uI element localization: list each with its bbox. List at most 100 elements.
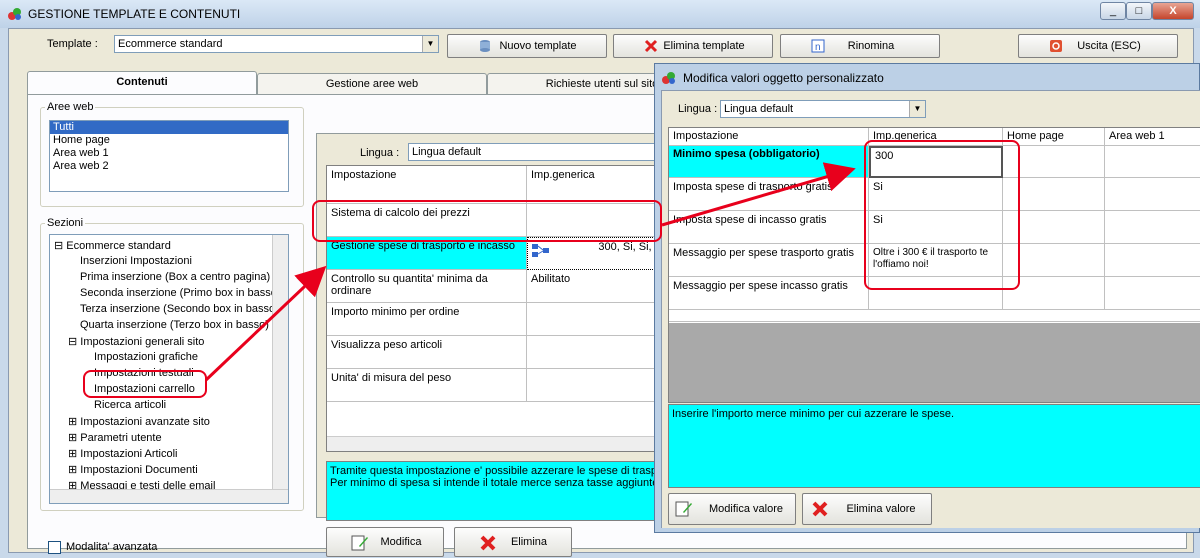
template-select[interactable]: Ecommerce standard ▼ [114,35,439,53]
dialog-lingua-label: Lingua : [678,103,718,115]
annotation-box-values [864,140,1020,290]
column-header: Area web 1 [1105,128,1200,146]
tree-label: Impostazioni avanzate sito [80,416,210,428]
tree-node[interactable]: ⊞ Impostazioni Articoli [68,447,178,460]
tree-node[interactable]: Seconda inserzione (Primo box in basso) [80,287,281,299]
empty-row [669,310,1200,322]
tree-node-root[interactable]: ⊟ Ecommerce standard [54,239,171,252]
rename-label: Rinomina [847,40,895,52]
red-x-icon [644,39,658,53]
window-title: GESTIONE TEMPLATE E CONTENUTI [28,7,241,21]
dialog-description-box: Inserire l'importo merce minimo per cui … [668,404,1200,488]
app-icon [662,72,675,84]
delete-template-button[interactable]: Elimina template [613,34,773,58]
cell[interactable] [1105,244,1200,277]
tree-node[interactable]: ⊞ Impostazioni avanzate sito [68,415,210,428]
aree-web-list[interactable]: Tutti Home page Area web 1 Area web 2 [49,120,289,192]
annotation-box-row [312,200,662,242]
tree-node[interactable]: Ricerca articoli [94,399,166,411]
maximize-button[interactable]: □ [1126,2,1152,20]
advanced-mode-checkbox[interactable] [48,541,61,554]
modifica-valore-button[interactable]: Modifica valore [668,493,796,525]
annotation-box-carrello [83,370,207,398]
tree-node[interactable]: ⊞ Impostazioni Documenti [68,463,198,476]
list-item[interactable]: Home page [50,134,288,147]
dialog-lingua-select[interactable]: Lingua default ▼ [720,100,926,118]
object-icon [532,244,549,257]
rename-icon: n [811,39,825,53]
tree-hscrollbar[interactable] [50,489,288,503]
column-header: Impostazione [327,166,527,204]
list-item[interactable]: Area web 2 [50,160,288,173]
tree-label: Impostazioni Articoli [80,448,178,460]
tree-node[interactable]: Inserzioni Impostazioni [80,255,192,267]
table-row-name[interactable]: Importo minimo per ordine [327,303,527,336]
red-x-icon [812,501,828,517]
grid-empty-area [669,323,1200,402]
advanced-mode-label: Modalita' avanzata [66,541,158,553]
rename-button[interactable]: n Rinomina [780,34,940,58]
edit-icon [351,535,368,551]
close-button[interactable]: X [1152,2,1194,20]
exit-label: Uscita (ESC) [1077,40,1141,52]
exit-icon [1050,40,1062,52]
lingua-select[interactable]: Lingua default [408,143,688,161]
chevron-down-icon: ▼ [909,101,925,117]
tree-node-generali[interactable]: ⊟ Impostazioni generali sito [68,335,204,348]
row-name[interactable]: Messaggio per spese incasso gratis [669,277,869,310]
new-template-button[interactable]: Nuovo template [447,34,607,58]
list-item[interactable]: Area web 1 [50,147,288,160]
description-box: Tramite questa impostazione e' possibile… [326,461,688,521]
tree-scrollbar[interactable] [272,235,288,489]
tree-node[interactable]: Terza inserzione (Secondo box in basso) [80,303,279,315]
tree-node[interactable]: Impostazioni grafiche [94,351,198,363]
column-header: Impostazione [669,128,869,146]
tree-node[interactable]: Prima inserzione (Box a centro pagina) [80,271,270,283]
tree-label: Ecommerce standard [66,240,171,252]
tree-label: Parametri utente [80,432,162,444]
tree-label: Impostazioni generali sito [80,336,205,348]
title-bar: GESTIONE TEMPLATE E CONTENUTI _ □ X [0,0,1200,28]
tab-gestione-aree-web[interactable]: Gestione aree web [257,73,487,95]
tree-label: Impostazioni Documenti [80,464,198,476]
sezioni-title: Sezioni [45,217,86,229]
grid-hscrollbar[interactable] [327,436,687,451]
row-name[interactable]: Messaggio per spese trasporto gratis [669,244,869,277]
svg-text:n: n [815,42,821,53]
modifica-button[interactable]: Modifica [326,527,444,557]
tree-node[interactable]: Quarta inserzione (Terzo box in basso) [80,319,269,331]
exit-button[interactable]: Uscita (ESC) [1018,34,1178,58]
modifica-valore-label: Modifica valore [709,503,783,515]
app-icon [8,8,21,20]
row-name[interactable]: Imposta spese di trasporto gratis [669,178,869,211]
list-item[interactable]: Tutti [50,121,288,134]
template-label: Template : [47,38,98,50]
cell[interactable] [1105,146,1200,178]
tree-node[interactable]: ⊞ Parametri utente [68,431,162,444]
new-template-label: Nuovo template [499,40,577,52]
cell[interactable] [1105,178,1200,211]
cell[interactable] [1105,277,1200,310]
red-x-icon [480,535,496,551]
dialog-lingua-value: Lingua default [724,103,794,115]
elimina-valore-button[interactable]: Elimina valore [802,493,932,525]
table-row-name[interactable]: Unita' di misura del peso [327,369,527,402]
dialog-title: Modifica valori oggetto personalizzato [683,71,884,85]
table-row-name[interactable]: Controllo su quantita' minima da ordinar… [327,270,527,303]
row-name[interactable]: Imposta spese di incasso gratis [669,211,869,244]
database-icon [480,40,490,52]
dialog-window: Modifica valori oggetto personalizzato L… [654,63,1200,533]
row-name-selected[interactable]: Minimo spesa (obbligatorio) [669,146,869,178]
sezioni-tree[interactable]: ⊟ Ecommerce standard Inserzioni Impostaz… [49,234,289,504]
template-select-value: Ecommerce standard [118,38,223,50]
table-row-name[interactable]: Visualizza peso articoli [327,336,527,369]
sezioni-group: Sezioni ⊟ Ecommerce standard Inserzioni … [40,217,304,511]
elimina-valore-label: Elimina valore [846,503,916,515]
minimize-button[interactable]: _ [1100,2,1126,20]
aree-web-title: Aree web [45,101,96,113]
edit-icon [675,501,692,517]
lingua-label: Lingua : [360,147,400,159]
cell[interactable] [1105,211,1200,244]
tab-contenuti[interactable]: Contenuti [27,71,257,95]
elimina-button[interactable]: Elimina [454,527,572,557]
